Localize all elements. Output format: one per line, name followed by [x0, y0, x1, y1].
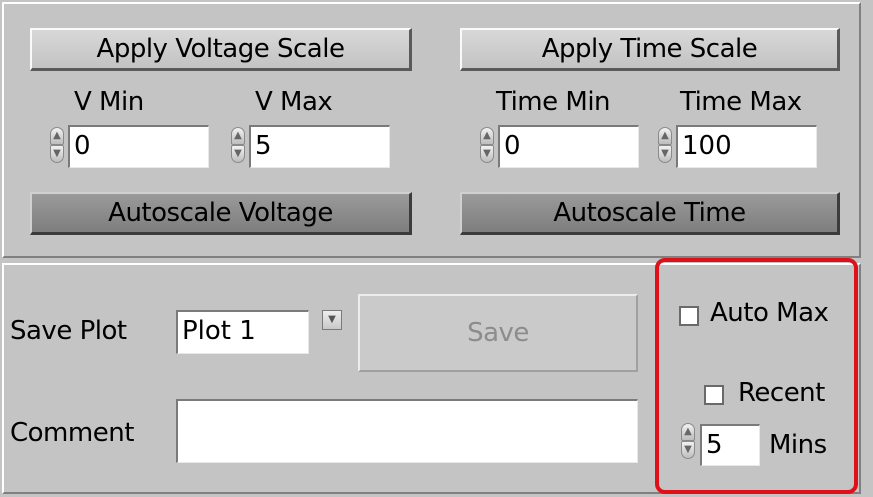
save-plot-label: Save Plot	[10, 316, 127, 346]
auto-max-checkbox[interactable]	[679, 306, 699, 326]
spin-down-icon[interactable]: ▼	[681, 441, 695, 459]
spin-up-icon[interactable]: ▲	[480, 127, 494, 145]
recent-checkbox[interactable]	[704, 385, 724, 405]
auto-max-label: Auto Max	[710, 298, 829, 328]
vmin-field[interactable]: 0	[68, 125, 209, 168]
mins-field[interactable]: 5	[700, 424, 760, 466]
time-min-label: Time Min	[496, 87, 611, 117]
spin-up-icon[interactable]: ▲	[50, 127, 64, 145]
comment-label: Comment	[10, 418, 134, 448]
vmax-spinner[interactable]: ▲ ▼	[230, 125, 246, 165]
vmax-label: V Max	[255, 87, 333, 117]
time-min-field[interactable]: 0	[498, 125, 639, 168]
spin-up-icon[interactable]: ▲	[231, 127, 245, 145]
comment-field[interactable]	[176, 399, 638, 463]
apply-time-scale-button[interactable]: Apply Time Scale	[460, 28, 840, 71]
vmin-label: V Min	[74, 87, 144, 117]
spin-down-icon[interactable]: ▼	[480, 145, 494, 163]
vmin-spinner[interactable]: ▲ ▼	[49, 125, 65, 165]
time-max-field[interactable]: 100	[676, 125, 817, 168]
autoscale-time-button[interactable]: Autoscale Time	[460, 192, 840, 235]
apply-voltage-scale-button[interactable]: Apply Voltage Scale	[30, 28, 412, 71]
spin-down-icon[interactable]: ▼	[50, 145, 64, 163]
save-button[interactable]: Save	[358, 294, 638, 372]
time-max-label: Time Max	[680, 87, 802, 117]
autoscale-voltage-button[interactable]: Autoscale Voltage	[30, 192, 412, 235]
dropdown-arrow-icon[interactable]: ▼	[322, 310, 342, 330]
spin-down-icon[interactable]: ▼	[658, 145, 672, 163]
mins-label: Mins	[769, 430, 827, 460]
mins-spinner[interactable]: ▲ ▼	[680, 421, 696, 461]
vmax-field[interactable]: 5	[249, 125, 390, 168]
spin-down-icon[interactable]: ▼	[231, 145, 245, 163]
plot-select[interactable]: Plot 1	[176, 310, 309, 354]
spin-up-icon[interactable]: ▲	[681, 423, 695, 441]
time-min-spinner[interactable]: ▲ ▼	[479, 125, 495, 165]
time-max-spinner[interactable]: ▲ ▼	[657, 125, 673, 165]
spin-up-icon[interactable]: ▲	[658, 127, 672, 145]
recent-label: Recent	[738, 378, 825, 408]
